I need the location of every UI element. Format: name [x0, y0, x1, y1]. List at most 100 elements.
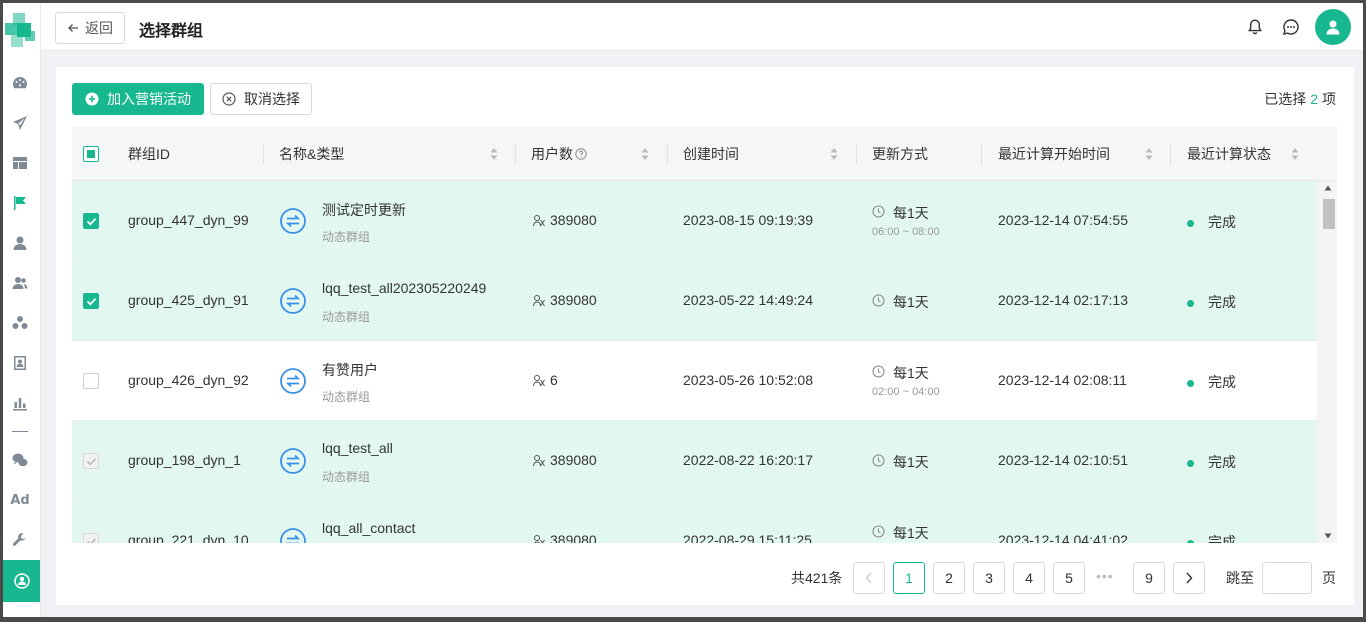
contact-card-icon[interactable] — [10, 353, 30, 373]
sort-icon[interactable] — [490, 147, 498, 161]
user-count: 389080 — [550, 532, 597, 543]
sort-icon[interactable] — [1291, 147, 1299, 161]
table-row[interactable]: group_221_dyn_10 lqq_all_contact 动态群组 38… — [72, 501, 1317, 543]
chat-icon[interactable] — [1282, 18, 1300, 36]
dynamic-sync-icon — [280, 288, 306, 314]
column-separator — [981, 144, 982, 164]
group-type: 动态群组 — [322, 470, 371, 484]
jump-page-input[interactable] — [1262, 562, 1312, 594]
next-page-button[interactable] — [1173, 562, 1205, 594]
pagination-ellipsis[interactable]: ••• — [1096, 568, 1114, 584]
scroll-up-icon[interactable] — [1324, 185, 1332, 191]
selected-number: 2 — [1310, 91, 1318, 107]
clock-icon — [872, 525, 885, 538]
status-dot — [1187, 219, 1194, 227]
status-label: 完成 — [1208, 374, 1236, 390]
dashboard-icon[interactable] — [10, 73, 30, 93]
audience-icon[interactable] — [3, 560, 40, 602]
back-button[interactable]: 返回 — [55, 12, 125, 44]
table-row[interactable]: group_426_dyn_92 有赞用户 动态群组 6 2023-05-26 … — [72, 341, 1317, 421]
close-circle-icon — [222, 92, 236, 106]
user-icon[interactable] — [10, 233, 30, 253]
wechat-icon[interactable] — [10, 450, 30, 470]
update-frequency: 每1天 — [893, 525, 929, 541]
bar-chart-icon[interactable] — [10, 393, 30, 413]
app-frame: Ad 返回 选择群组 加入营销活动 取消选择 已选择 2 项 群组ID 名称&类… — [3, 3, 1363, 617]
page-button-3[interactable]: 3 — [973, 562, 1005, 594]
last-calc-time: 2023-12-14 07:54:55 — [998, 212, 1128, 228]
column-header-status: 最近计算状态 — [1187, 146, 1271, 162]
group-id: group_198_dyn_1 — [128, 452, 241, 468]
user-count-icon — [533, 375, 545, 387]
sort-icon[interactable] — [641, 147, 649, 161]
bell-icon[interactable] — [1246, 18, 1264, 36]
page-button-4[interactable]: 4 — [1013, 562, 1045, 594]
status-dot — [1187, 459, 1194, 467]
selected-suffix: 项 — [1322, 91, 1336, 107]
last-calc-time: 2023-12-14 02:08:11 — [998, 372, 1127, 388]
table-row[interactable]: group_425_dyn_91 lqq_test_all20230522024… — [72, 261, 1317, 341]
group-type: 动态群组 — [322, 310, 371, 324]
scroll-down-icon[interactable] — [1324, 533, 1332, 539]
page-button-5[interactable]: 5 — [1053, 562, 1085, 594]
question-circle-icon[interactable] — [575, 148, 587, 160]
send-icon[interactable] — [10, 113, 30, 133]
scroll-thumb[interactable] — [1323, 199, 1335, 229]
user-count-icon — [533, 535, 545, 543]
status-dot — [1187, 379, 1194, 387]
group-id: group_425_dyn_91 — [128, 292, 249, 308]
user-count-icon — [533, 295, 545, 307]
clock-icon — [872, 205, 885, 218]
dynamic-sync-icon — [280, 448, 306, 474]
sort-icon[interactable] — [1145, 147, 1153, 161]
column-separator — [263, 144, 264, 164]
wrench-icon[interactable] — [10, 530, 30, 550]
row-checkbox[interactable] — [83, 293, 99, 309]
avatar[interactable] — [1315, 9, 1351, 45]
group-id: group_426_dyn_92 — [128, 372, 249, 388]
users-icon[interactable] — [10, 273, 30, 293]
calc-status: 完成 — [1187, 372, 1236, 392]
user-count: 389080 — [550, 452, 597, 468]
table-row[interactable]: group_447_dyn_99 测试定时更新 动态群组 389080 2023… — [72, 181, 1317, 261]
user-count-icon — [533, 455, 545, 467]
row-checkbox — [83, 453, 99, 469]
ad-icon[interactable]: Ad — [10, 490, 30, 510]
plus-circle-icon — [85, 92, 99, 106]
column-separator — [667, 144, 668, 164]
group-icon[interactable] — [10, 313, 30, 333]
status-label: 完成 — [1208, 294, 1236, 310]
user-count: 389080 — [550, 212, 597, 228]
column-header-created: 创建时间 — [683, 146, 739, 162]
column-header-name: 名称&类型 — [279, 146, 345, 162]
clock-icon — [872, 454, 885, 467]
page-button-9[interactable]: 9 — [1133, 562, 1165, 594]
page-button-2[interactable]: 2 — [933, 562, 965, 594]
table-row[interactable]: group_198_dyn_1 lqq_test_all 动态群组 389080… — [72, 421, 1317, 501]
check-icon — [86, 297, 96, 306]
add-to-campaign-button[interactable]: 加入营销活动 — [72, 83, 204, 115]
chevron-right-icon — [1186, 572, 1193, 584]
status-label: 完成 — [1208, 534, 1236, 543]
status-label: 完成 — [1208, 454, 1236, 470]
calc-status: 完成 — [1187, 292, 1236, 312]
table-scrollbar[interactable] — [1317, 181, 1337, 543]
column-separator — [1170, 144, 1171, 164]
column-header-last-calc: 最近计算开始时间 — [998, 146, 1110, 162]
column-header-update: 更新方式 — [872, 146, 928, 162]
cancel-selection-button[interactable]: 取消选择 — [210, 83, 312, 115]
row-checkbox[interactable] — [83, 213, 99, 229]
sort-icon[interactable] — [830, 147, 838, 161]
prev-page-button[interactable] — [853, 562, 885, 594]
last-calc-time: 2023-12-14 02:17:13 — [998, 292, 1128, 308]
select-all-checkbox[interactable] — [83, 146, 99, 162]
add-label: 加入营销活动 — [107, 91, 191, 107]
layout-icon[interactable] — [10, 153, 30, 173]
flag-icon[interactable] — [10, 193, 30, 213]
user-avatar-icon — [1326, 20, 1340, 35]
row-checkbox[interactable] — [83, 373, 99, 389]
page-button-1[interactable]: 1 — [893, 562, 925, 594]
main-card: 加入营销活动 取消选择 已选择 2 项 群组ID 名称&类型 用户数 创建时间 … — [56, 67, 1354, 605]
indeterminate-mark — [87, 150, 95, 158]
update-frequency: 每1天 — [893, 365, 929, 381]
